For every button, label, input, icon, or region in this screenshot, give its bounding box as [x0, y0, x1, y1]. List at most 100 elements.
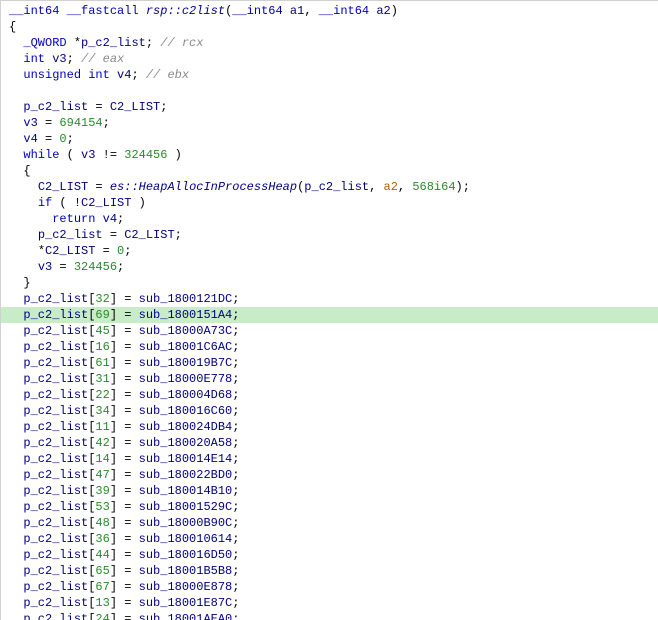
declaration[interactable]: unsigned int v4; // ebx — [1, 67, 658, 83]
array-assignment[interactable]: p_c2_list[67] = sub_18000E878; — [1, 579, 658, 595]
index-literal: 53 — [95, 500, 109, 514]
array-assignment[interactable]: p_c2_list[24] = sub_18001AEA0; — [1, 611, 658, 620]
var-ref: p_c2_list — [23, 356, 88, 370]
index-literal: 47 — [95, 468, 109, 482]
array-assignment[interactable]: p_c2_list[69] = sub_1800151A4; — [1, 307, 658, 323]
assignment[interactable]: *C2_LIST = 0; — [1, 243, 658, 259]
namespace: es — [110, 180, 124, 194]
sub-name: sub_180020A58 — [139, 436, 233, 450]
var-ref: p_c2_list — [38, 228, 103, 242]
index-literal: 45 — [95, 324, 109, 338]
namespace: rsp — [146, 4, 168, 18]
calling-convention: __fastcall — [67, 4, 139, 18]
sub-name: sub_18001E87C — [139, 596, 233, 610]
index-literal: 69 — [95, 308, 109, 322]
var-ref: C2_LIST — [45, 244, 95, 258]
index-literal: 39 — [95, 484, 109, 498]
function-signature[interactable]: __int64 __fastcall rsp::c2list(__int64 a… — [1, 3, 658, 19]
while-statement[interactable]: while ( v3 != 324456 ) — [1, 147, 658, 163]
array-assignment[interactable]: p_c2_list[36] = sub_180010614; — [1, 531, 658, 547]
assignment[interactable]: v3 = 694154; — [1, 115, 658, 131]
param-type: __int64 — [232, 4, 282, 18]
array-assignment[interactable]: p_c2_list[48] = sub_18000B90C; — [1, 515, 658, 531]
brace-open[interactable]: { — [1, 163, 658, 179]
assignment[interactable]: p_c2_list = C2_LIST; — [1, 227, 658, 243]
keyword-while: while — [23, 148, 59, 162]
return-statement[interactable]: return v4; — [1, 211, 658, 227]
index-literal: 42 — [95, 436, 109, 450]
sub-name: sub_1800121DC — [139, 292, 233, 306]
declaration[interactable]: _QWORD *p_c2_list; // rcx — [1, 35, 658, 51]
array-assignment[interactable]: p_c2_list[14] = sub_180014E14; — [1, 451, 658, 467]
assignment[interactable]: v4 = 0; — [1, 131, 658, 147]
var-ref: p_c2_list — [23, 516, 88, 530]
index-literal: 13 — [95, 596, 109, 610]
var-ref: p_c2_list — [23, 580, 88, 594]
var-ref: p_c2_list — [23, 612, 88, 620]
var-ref: p_c2_list — [23, 324, 88, 338]
array-assignment[interactable]: p_c2_list[61] = sub_180019B7C; — [1, 355, 658, 371]
keyword-if: if — [38, 196, 52, 210]
param-name: a1 — [290, 4, 304, 18]
var-ref: p_c2_list — [23, 532, 88, 546]
brace-close[interactable]: } — [1, 275, 658, 291]
array-assignment[interactable]: p_c2_list[47] = sub_180022BD0; — [1, 467, 658, 483]
array-assignment[interactable]: p_c2_list[32] = sub_1800121DC; — [1, 291, 658, 307]
var-ref: p_c2_list — [23, 596, 88, 610]
comment: // eax — [74, 52, 124, 66]
index-literal: 34 — [95, 404, 109, 418]
array-assignment[interactable]: p_c2_list[31] = sub_18000E778; — [1, 371, 658, 387]
blank-line[interactable] — [1, 83, 658, 99]
var-ref: v4 — [103, 212, 117, 226]
index-literal: 16 — [95, 340, 109, 354]
if-statement[interactable]: if ( !C2_LIST ) — [1, 195, 658, 211]
array-assignment[interactable]: p_c2_list[39] = sub_180014B10; — [1, 483, 658, 499]
index-literal: 61 — [95, 356, 109, 370]
index-literal: 44 — [95, 548, 109, 562]
param-type: __int64 — [319, 4, 369, 18]
sub-name: sub_180022BD0 — [139, 468, 233, 482]
index-literal: 24 — [95, 612, 109, 620]
var-ref: v3 — [23, 116, 37, 130]
sub-name: sub_180004D68 — [139, 388, 233, 402]
var-ref: p_c2_list — [23, 420, 88, 434]
array-assignment[interactable]: p_c2_list[45] = sub_18000A73C; — [1, 323, 658, 339]
array-assignment[interactable]: p_c2_list[65] = sub_18001B5B8; — [1, 563, 658, 579]
array-assignment[interactable]: p_c2_list[16] = sub_18001C6AC; — [1, 339, 658, 355]
keyword-return: return — [52, 212, 95, 226]
array-assignment[interactable]: p_c2_list[34] = sub_180016C60; — [1, 403, 658, 419]
decompiler-view[interactable]: __int64 __fastcall rsp::c2list(__int64 a… — [0, 0, 658, 620]
sub-name: sub_18000E778 — [139, 372, 233, 386]
var-name: v3 — [52, 52, 66, 66]
sub-name: sub_18001529C — [139, 500, 233, 514]
sub-name: sub_180016C60 — [139, 404, 233, 418]
var-ref: p_c2_list — [23, 100, 88, 114]
index-literal: 32 — [95, 292, 109, 306]
brace-open[interactable]: { — [1, 19, 658, 35]
array-assignment[interactable]: p_c2_list[42] = sub_180020A58; — [1, 435, 658, 451]
sub-name: sub_18001B5B8 — [139, 564, 233, 578]
var-ref: p_c2_list — [23, 452, 88, 466]
array-assignment[interactable]: p_c2_list[11] = sub_180024DB4; — [1, 419, 658, 435]
var-ref: C2_LIST — [110, 100, 160, 114]
sub-name: sub_180019B7C — [139, 356, 233, 370]
array-assignment[interactable]: p_c2_list[44] = sub_180016D50; — [1, 547, 658, 563]
call[interactable]: C2_LIST = es::HeapAllocInProcessHeap(p_c… — [1, 179, 658, 195]
sub-name: sub_180016D50 — [139, 548, 233, 562]
call-name: HeapAllocInProcessHeap — [139, 180, 297, 194]
array-assignment[interactable]: p_c2_list[13] = sub_18001E87C; — [1, 595, 658, 611]
assignment[interactable]: v3 = 324456; — [1, 259, 658, 275]
type: unsigned int — [23, 68, 109, 82]
index-literal: 67 — [95, 580, 109, 594]
array-assignment[interactable]: p_c2_list[53] = sub_18001529C; — [1, 499, 658, 515]
var-ref: p_c2_list — [23, 292, 88, 306]
assignment[interactable]: p_c2_list = C2_LIST; — [1, 99, 658, 115]
sub-name: sub_180014E14 — [139, 452, 233, 466]
declaration[interactable]: int v3; // eax — [1, 51, 658, 67]
var-ref: p_c2_list — [23, 564, 88, 578]
var-ref: p_c2_list — [23, 388, 88, 402]
var-ref: p_c2_list — [23, 404, 88, 418]
param-name: a2 — [376, 4, 390, 18]
var-ref: p_c2_list — [23, 340, 88, 354]
array-assignment[interactable]: p_c2_list[22] = sub_180004D68; — [1, 387, 658, 403]
